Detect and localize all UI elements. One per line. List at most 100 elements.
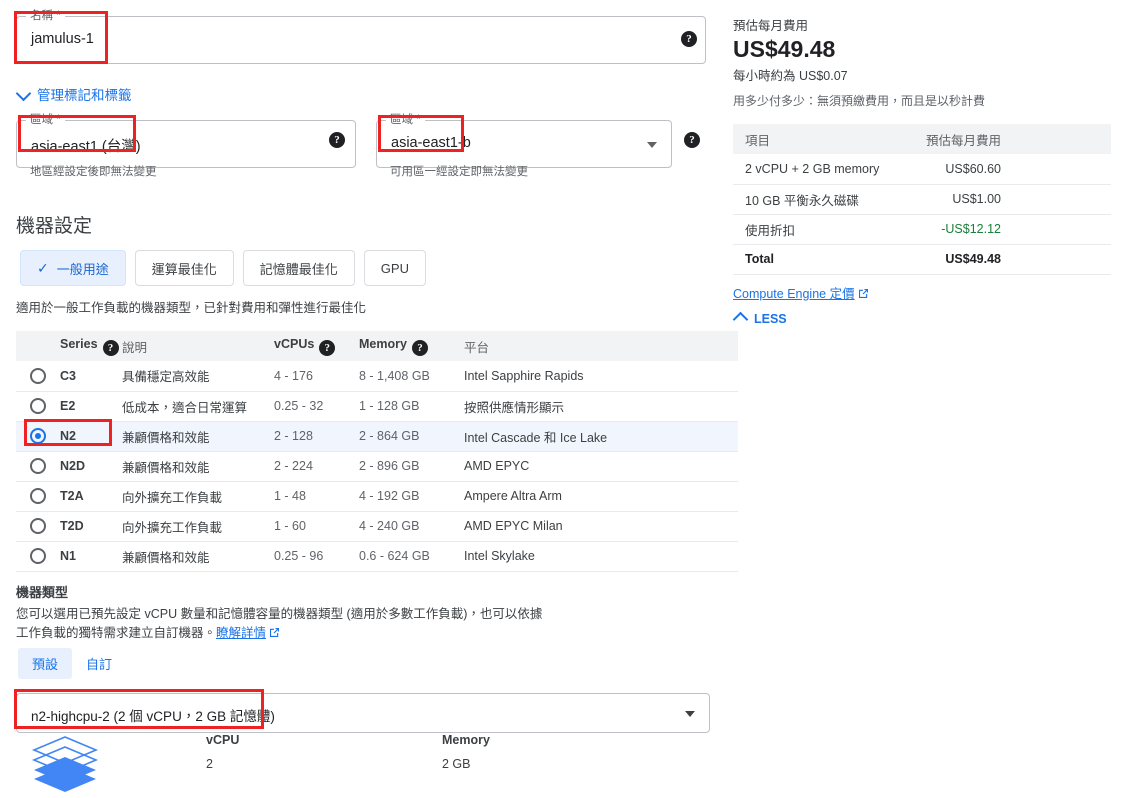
row-memory: 4 - 192 GB	[359, 481, 464, 511]
memory-help-icon[interactable]: ?	[412, 340, 428, 356]
series-col-platform-label: 平台	[464, 341, 489, 355]
chevron-down-icon[interactable]	[647, 142, 657, 148]
cost-amount-total: US$49.48	[914, 244, 1111, 274]
tab-gpu[interactable]: GPU	[364, 250, 426, 286]
row-memory: 1 - 128 GB	[359, 391, 464, 421]
tab-compute-optimized[interactable]: 運算最佳化	[135, 250, 234, 286]
region-value: asia-east1 (台灣)	[31, 135, 141, 156]
radio-n2[interactable]	[30, 428, 46, 444]
instance-name-field[interactable]: 名稱 * jamulus-1	[16, 16, 706, 64]
table-row[interactable]: T2A 向外擴充工作負載 1 - 48 4 - 192 GB Ampere Al…	[16, 481, 738, 511]
zone-label: 區域 *	[386, 113, 425, 127]
row-vcpus: 0.25 - 96	[274, 541, 359, 571]
cost-table-header: 項目 預估每月費用	[733, 124, 1111, 154]
vcpus-help-icon[interactable]: ?	[319, 340, 335, 356]
series-table-header: Series? 說明 vCPUs? Memory? 平台	[16, 331, 738, 361]
region-select[interactable]: 區域 * asia-east1 (台灣)	[16, 120, 356, 168]
learn-more-link[interactable]: 瞭解詳情	[216, 626, 266, 640]
row-radio-cell[interactable]	[16, 361, 60, 391]
row-series: N1	[60, 541, 122, 571]
cost-amount-discount: -US$12.12	[914, 214, 1111, 244]
series-col-select	[16, 331, 60, 361]
radio-t2d[interactable]	[30, 518, 46, 534]
row-radio-cell[interactable]	[16, 481, 60, 511]
cost-item: 2 vCPU + 2 GB memory	[733, 154, 914, 184]
row-series: T2D	[60, 511, 122, 541]
zone-helper-text: 可用區一經設定即無法變更	[390, 163, 528, 179]
table-row[interactable]: N2D 兼顧價格和效能 2 - 224 2 - 896 GB AMD EPYC	[16, 451, 738, 481]
machine-type-desc-line1: 您可以選用已預先設定 vCPU 數量和記憶體容量的機器類型 (適用於多數工作負載…	[16, 607, 542, 621]
tab-preset[interactable]: 預設	[18, 648, 72, 679]
row-series: C3	[60, 361, 122, 391]
cost-panel-heading: 預估每月費用	[733, 15, 808, 34]
radio-n1[interactable]	[30, 548, 46, 564]
table-row: Total US$49.48	[733, 244, 1111, 274]
tab-custom[interactable]: 自訂	[72, 648, 126, 679]
row-radio-cell[interactable]	[16, 511, 60, 541]
series-col-desc: 說明	[122, 331, 274, 361]
row-platform: Ampere Altra Arm	[464, 481, 738, 511]
row-radio-cell[interactable]	[16, 421, 60, 451]
row-series: T2A	[60, 481, 122, 511]
row-desc: 兼顧價格和效能	[122, 421, 274, 451]
less-toggle[interactable]: LESS	[735, 312, 787, 326]
zone-value: asia-east1-b	[391, 135, 471, 151]
table-row[interactable]: T2D 向外擴充工作負載 1 - 60 4 - 240 GB AMD EPYC …	[16, 511, 738, 541]
row-radio-cell[interactable]	[16, 391, 60, 421]
vcpu-spec-label: vCPU	[206, 733, 239, 747]
cost-amount: US$60.60	[914, 154, 1111, 184]
radio-c3[interactable]	[30, 368, 46, 384]
chevron-down-icon	[16, 86, 32, 102]
row-desc: 向外擴充工作負載	[122, 481, 274, 511]
cost-panel-note: 用多少付多少：無須預繳費用，而且是以秒計費	[733, 92, 985, 109]
manage-tags-and-labels-expander[interactable]: 管理標記和標籤	[18, 84, 132, 104]
row-memory: 8 - 1,408 GB	[359, 361, 464, 391]
row-desc: 低成本，適合日常運算	[122, 391, 274, 421]
check-icon: ✓	[37, 260, 49, 277]
radio-n2d[interactable]	[30, 458, 46, 474]
zone-select[interactable]: 區域 * asia-east1-b	[376, 120, 672, 168]
chevron-down-icon[interactable]	[685, 711, 695, 717]
machine-type-value: n2-highcpu-2 (2 個 vCPU，2 GB 記憶體)	[31, 705, 275, 725]
compute-engine-pricing-link[interactable]: Compute Engine 定價	[733, 287, 855, 301]
table-row: 2 vCPU + 2 GB memory US$60.60	[733, 154, 1111, 184]
row-platform: Intel Cascade 和 Ice Lake	[464, 421, 738, 451]
cost-col-amount: 預估每月費用	[914, 124, 1111, 154]
chevron-up-icon	[733, 312, 749, 328]
radio-t2a[interactable]	[30, 488, 46, 504]
machine-type-select[interactable]: n2-highcpu-2 (2 個 vCPU，2 GB 記憶體)	[16, 693, 710, 733]
series-help-icon[interactable]: ?	[103, 340, 119, 356]
instance-name-help-icon[interactable]: ?	[681, 31, 697, 47]
table-row[interactable]: C3 具備穩定高效能 4 - 176 8 - 1,408 GB Intel Sa…	[16, 361, 738, 391]
row-vcpus: 2 - 128	[274, 421, 359, 451]
zone-help-icon[interactable]: ?	[684, 132, 700, 148]
radio-e2[interactable]	[30, 398, 46, 414]
machine-stack-icon	[30, 735, 100, 798]
row-memory: 2 - 864 GB	[359, 421, 464, 451]
row-platform: AMD EPYC Milan	[464, 511, 738, 541]
row-memory: 2 - 896 GB	[359, 451, 464, 481]
row-radio-cell[interactable]	[16, 541, 60, 571]
tab-memory-optimized-label: 記憶體最佳化	[260, 259, 338, 278]
tab-general-purpose[interactable]: ✓ 一般用途	[20, 250, 126, 286]
tab-memory-optimized[interactable]: 記憶體最佳化	[243, 250, 355, 286]
table-row[interactable]: N1 兼顧價格和效能 0.25 - 96 0.6 - 624 GB Intel …	[16, 541, 738, 571]
table-row[interactable]: E2 低成本，適合日常運算 0.25 - 32 1 - 128 GB 按照供應情…	[16, 391, 738, 421]
left-configuration-column: 名稱 * jamulus-1 ? 管理標記和標籤 區域 * asia-east1…	[0, 0, 720, 798]
region-help-icon[interactable]: ?	[329, 132, 345, 148]
series-col-memory: Memory?	[359, 331, 464, 361]
row-radio-cell[interactable]	[16, 451, 60, 481]
series-table-body: C3 具備穩定高效能 4 - 176 8 - 1,408 GB Intel Sa…	[16, 361, 738, 571]
series-col-platform: 平台	[464, 331, 738, 361]
row-series: N2D	[60, 451, 122, 481]
less-label: LESS	[754, 312, 787, 326]
cost-item-total: Total	[733, 244, 914, 274]
tab-custom-label: 自訂	[86, 657, 112, 672]
table-row: 10 GB 平衡永久磁碟 US$1.00	[733, 184, 1111, 214]
cost-estimate-panel: 預估每月費用 US$49.48 每小時約為 US$0.07 用多少付多少：無須預…	[733, 0, 1125, 798]
machine-type-description: 您可以選用已預先設定 vCPU 數量和記憶體容量的機器類型 (適用於多數工作負載…	[16, 605, 576, 643]
table-row[interactable]: N2 兼顧價格和效能 2 - 128 2 - 864 GB Intel Casc…	[16, 421, 738, 451]
row-platform: AMD EPYC	[464, 451, 738, 481]
row-desc: 兼顧價格和效能	[122, 541, 274, 571]
machine-config-title: 機器設定	[16, 211, 92, 238]
